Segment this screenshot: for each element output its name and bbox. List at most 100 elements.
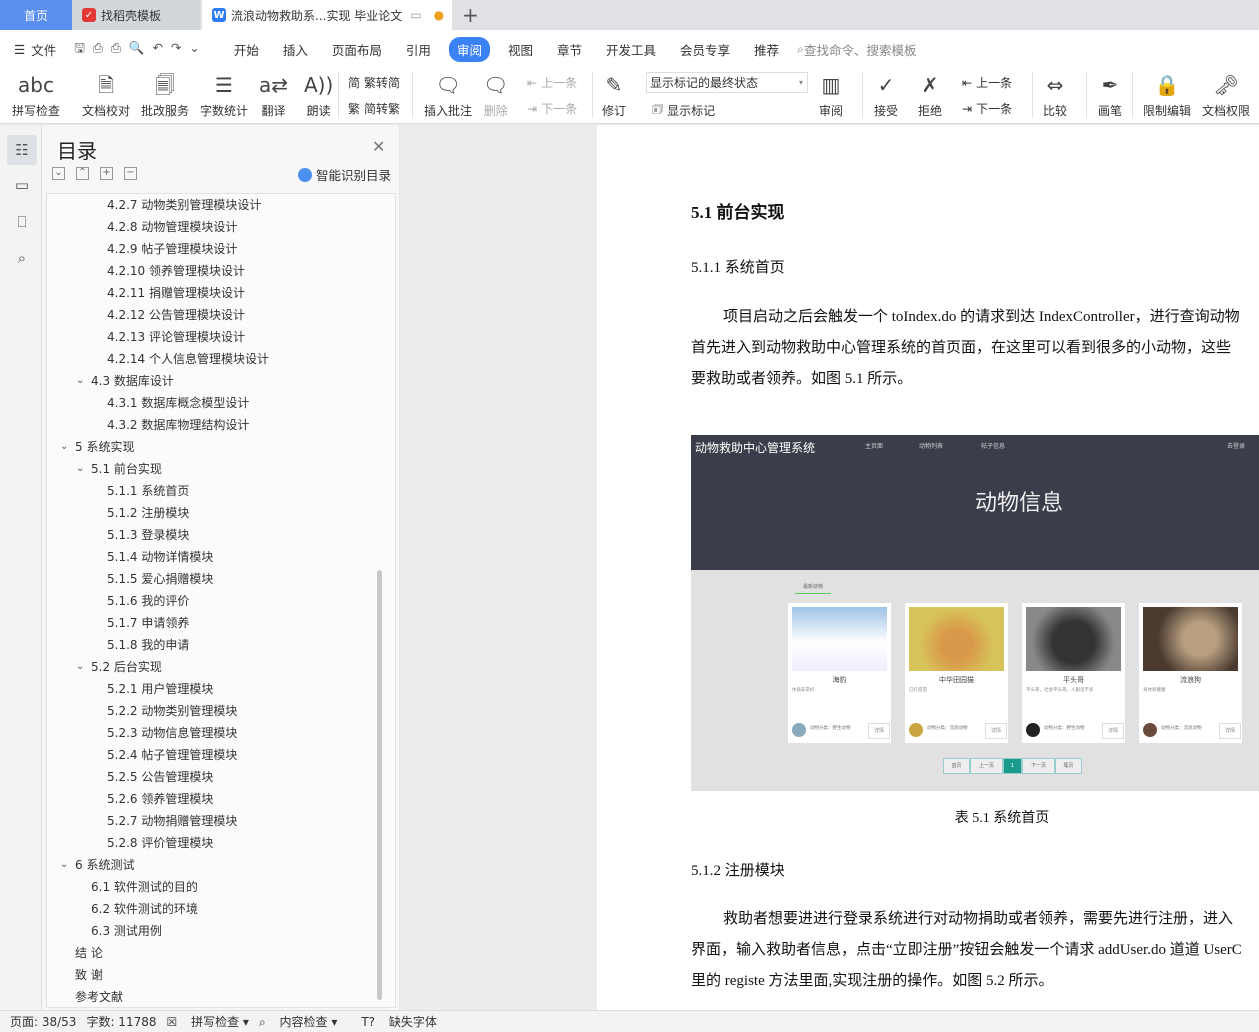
toc-item[interactable]: 6.3 测试用例 <box>91 920 162 942</box>
doc-proof-button[interactable]: 🗎 文档校对 <box>82 68 130 119</box>
menu-devtools[interactable]: 开发工具 <box>606 40 656 59</box>
toc-item[interactable]: 结 论 <box>75 942 103 964</box>
plus-icon[interactable]: + <box>100 167 113 180</box>
toc-item[interactable]: 4.2.12 公告管理模块设计 <box>107 304 245 326</box>
minus-icon[interactable]: − <box>124 167 137 180</box>
pen-button[interactable]: ✒ 画笔 <box>1098 68 1122 119</box>
toc-item[interactable]: 6.2 软件测试的环境 <box>91 898 198 920</box>
chevron-down-icon[interactable]: ⌄ <box>60 859 68 870</box>
nav-pane-icon[interactable]: ▭ <box>7 170 37 200</box>
quick-access-toolbar[interactable]: 🖫⎙⎙🔍↶↷⌄ <box>74 39 208 60</box>
command-search[interactable]: 查找命令、搜索模板 <box>804 40 917 59</box>
collapse-all-icon[interactable]: ⌄ <box>52 167 65 180</box>
toc-item[interactable]: 5.2.6 领养管理模块 <box>107 788 213 810</box>
translate-button[interactable]: a⇄ 翻译 <box>259 68 288 119</box>
missing-font-status[interactable]: T? 缺失字体 <box>361 1013 437 1030</box>
tab-templates[interactable]: ✓ 找稻壳模板 <box>72 0 200 30</box>
toc-item[interactable]: 4.3 数据库设计 <box>91 370 174 392</box>
toc-item[interactable]: 5.1.4 动物详情模块 <box>107 546 213 568</box>
next-change-button[interactable]: ⇥ 下一条 <box>962 100 1012 117</box>
page-count[interactable]: 页面: 38/53 <box>10 1013 76 1030</box>
toc-item[interactable]: 5.1.5 爱心捐赠模块 <box>107 568 213 590</box>
markup-state-select[interactable]: 显示标记的最终状态 ▾ <box>646 72 808 93</box>
restrict-edit-button[interactable]: 🔒 限制编辑 <box>1143 68 1191 119</box>
toc-item[interactable]: 5.2.1 用户管理模块 <box>107 678 213 700</box>
simp-to-trad-button[interactable]: 繁简转繁 <box>348 100 400 117</box>
spell-check-button[interactable]: abc 拼写检查 <box>12 68 60 119</box>
chevron-down-icon[interactable]: ⌄ <box>60 441 68 452</box>
menu-reference[interactable]: 引用 <box>406 40 431 59</box>
word-count[interactable]: 字数: 11788 <box>86 1013 156 1030</box>
review-pane-button[interactable]: ▥ 审阅 <box>819 68 843 119</box>
toc-item[interactable]: 5 系统实现 <box>75 436 134 458</box>
toc-item[interactable]: 5.1.6 我的评价 <box>107 590 189 612</box>
toc-item[interactable]: 5.2.2 动物类别管理模块 <box>107 700 237 722</box>
tab-document[interactable]: W 流浪动物救助系...实现 毕业论文 ▭ ● <box>202 0 452 30</box>
monitor-icon[interactable]: ▭ <box>410 8 421 22</box>
chevron-down-icon[interactable]: ⌄ <box>76 463 84 474</box>
insert-comment-button[interactable]: 🗨 插入批注 <box>424 68 472 119</box>
prev-change-button[interactable]: ⇤ 上一条 <box>962 74 1012 91</box>
toc-item[interactable]: 4.2.14 个人信息管理模块设计 <box>107 348 269 370</box>
file-menu[interactable]: 文件 <box>31 40 56 59</box>
toc-item[interactable]: 5.1.2 注册模块 <box>107 502 189 524</box>
toc-item[interactable]: 5.1.7 申请领养 <box>107 612 189 634</box>
track-changes-button[interactable]: ✎ 修订 <box>602 68 626 119</box>
toc-item[interactable]: 4.2.10 领养管理模块设计 <box>107 260 245 282</box>
trad-to-simp-button[interactable]: 简繁转简 <box>348 74 400 91</box>
expand-up-icon[interactable]: ⌃ <box>76 167 89 180</box>
toc-item[interactable]: 5.1.3 登录模块 <box>107 524 189 546</box>
toc-scrollbar[interactable] <box>377 570 382 1000</box>
toc-item[interactable]: 4.2.7 动物类别管理模块设计 <box>107 194 261 216</box>
smart-toc-button[interactable]: 智能识别目录 <box>298 165 391 184</box>
toc-item[interactable]: 5.2.5 公告管理模块 <box>107 766 213 788</box>
tab-home[interactable]: 首页 <box>0 0 72 30</box>
reject-button[interactable]: ✗ 拒绝 <box>918 68 942 119</box>
menu-recommend[interactable]: 推荐 <box>754 40 779 59</box>
show-markup-button[interactable]: 🗊 显示标记 <box>652 100 715 121</box>
menu-review[interactable]: 审阅 <box>448 36 490 62</box>
new-tab-button[interactable]: + <box>462 3 479 27</box>
hamburger-icon[interactable]: ☰ <box>14 42 25 57</box>
menu-insert[interactable]: 插入 <box>283 40 308 59</box>
toc-icon[interactable]: ☷ <box>7 135 37 165</box>
content-check-status[interactable]: ⌕ 内容检查 ▾ <box>259 1013 337 1030</box>
spell-check-status[interactable]: ☒ 拼写检查 ▾ <box>167 1013 249 1030</box>
read-aloud-button[interactable]: A)) 朗读 <box>304 68 333 119</box>
toc-item[interactable]: 5.2 后台实现 <box>91 656 162 678</box>
toc-item[interactable]: 4.3.2 数据库物理结构设计 <box>107 414 249 436</box>
menu-start[interactable]: 开始 <box>234 40 259 59</box>
menu-chapter[interactable]: 章节 <box>557 40 582 59</box>
toc-item[interactable]: 参考文献 <box>75 986 123 1007</box>
next-comment-button[interactable]: ⇥ 下一条 <box>527 100 577 117</box>
prev-comment-button[interactable]: ⇤ 上一条 <box>527 74 577 91</box>
toc-item[interactable]: 4.2.8 动物管理模块设计 <box>107 216 237 238</box>
search-icon[interactable]: ⌕ <box>7 243 37 273</box>
toc-item[interactable]: 5.1 前台实现 <box>91 458 162 480</box>
word-count-button[interactable]: ☰ 字数统计 <box>200 68 248 119</box>
toc-item[interactable]: 4.2.11 捐赠管理模块设计 <box>107 282 245 304</box>
document-page[interactable]: 5.1 前台实现 5.1.1 系统首页 项目启动之后会触发一个 toIndex.… <box>597 125 1259 1010</box>
toc-item[interactable]: 5.2.4 帖子管理管理模块 <box>107 744 237 766</box>
compare-button[interactable]: ⇔ 比较 <box>1043 68 1067 119</box>
menu-view[interactable]: 视图 <box>508 40 533 59</box>
doc-permission-button[interactable]: 🗝 文档权限 <box>1202 68 1250 119</box>
menu-layout[interactable]: 页面布局 <box>332 40 382 59</box>
chevron-down-icon[interactable]: ⌄ <box>76 661 84 672</box>
toc-item[interactable]: 5.2.8 评价管理模块 <box>107 832 213 854</box>
bookmark-icon[interactable]: ⎕ <box>7 207 37 237</box>
toc-item[interactable]: 4.3.1 数据库概念模型设计 <box>107 392 249 414</box>
toc-item[interactable]: 5.1.1 系统首页 <box>107 480 189 502</box>
close-icon[interactable]: ✕ <box>372 137 385 156</box>
review-service-button[interactable]: 🗐 批改服务 <box>141 68 189 119</box>
delete-comment-button[interactable]: 🗨 删除 <box>483 68 508 119</box>
toc-item[interactable]: 5.1.8 我的申请 <box>107 634 189 656</box>
menu-member[interactable]: 会员专享 <box>680 40 730 59</box>
toc-item[interactable]: 致 谢 <box>75 964 103 986</box>
chevron-down-icon[interactable]: ⌄ <box>76 375 84 386</box>
accept-button[interactable]: ✓ 接受 <box>874 68 898 119</box>
toc-item[interactable]: 4.2.13 评论管理模块设计 <box>107 326 245 348</box>
toc-item[interactable]: 4.2.9 帖子管理模块设计 <box>107 238 237 260</box>
toc-item[interactable]: 6 系统测试 <box>75 854 134 876</box>
toc-item[interactable]: 5.2.3 动物信息管理模块 <box>107 722 237 744</box>
